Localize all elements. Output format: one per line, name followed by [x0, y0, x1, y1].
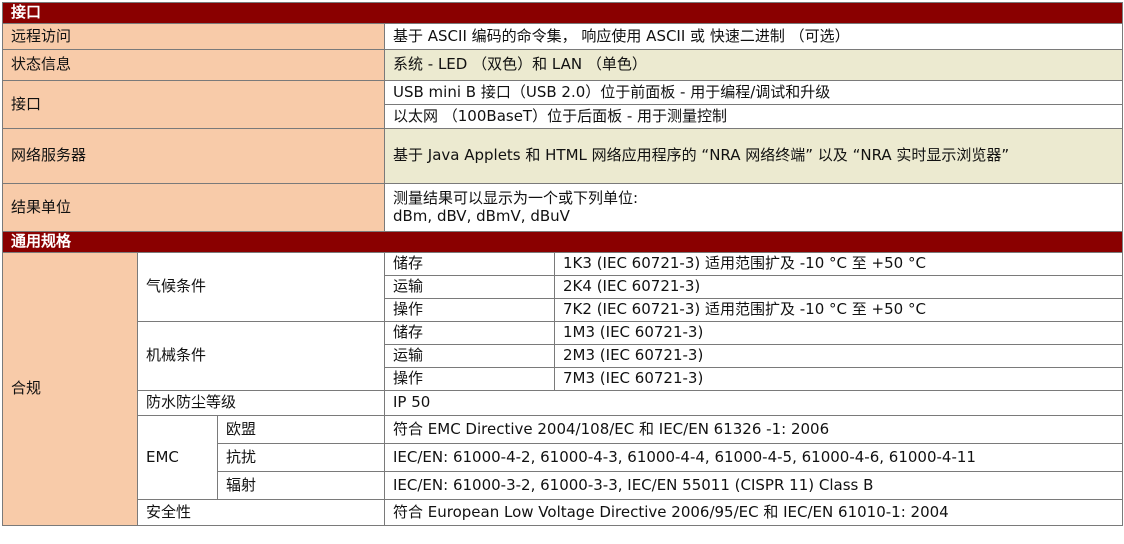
mechanical-label: 机械条件	[137, 321, 385, 391]
emc-value-eu: 符合 EMC Directive 2004/108/EC 和 IEC/EN 61…	[383, 415, 1124, 444]
compliance-label: 合规	[2, 252, 138, 526]
climate-value-storage: 1K3 (IEC 60721-3) 适用范围扩及 -10 °C 至 +50 °C	[553, 252, 1124, 276]
row-label-web-server: 网络服务器	[2, 128, 385, 184]
spec-table: 接口 远程访问 基于 ASCII 编码的命令集， 响应使用 ASCII 或 快速…	[1, 2, 1124, 526]
result-units-line-2: dBm, dBV, dBmV, dBuV	[393, 206, 570, 225]
mechanical-key-storage: 储存	[384, 321, 555, 345]
mechanical-value-storage: 1M3 (IEC 60721-3)	[553, 321, 1124, 345]
emc-key-eu: 欧盟	[217, 415, 385, 444]
mechanical-key-transport: 运输	[384, 344, 555, 368]
row-value-status-info: 系统 - LED （双色）和 LAN （单色）	[383, 49, 1124, 81]
safety-value: 符合 European Low Voltage Directive 2006/9…	[383, 499, 1124, 526]
ip-rating-value: IP 50	[383, 390, 1124, 416]
mechanical-value-operation: 7M3 (IEC 60721-3)	[553, 367, 1124, 391]
row-label-result-units: 结果单位	[2, 183, 385, 232]
climate-value-transport: 2K4 (IEC 60721-3)	[553, 275, 1124, 299]
row-label-status-info: 状态信息	[2, 49, 385, 81]
emc-key-immunity: 抗扰	[217, 443, 385, 472]
climate-key-transport: 运输	[384, 275, 555, 299]
row-value-web-server: 基于 Java Applets 和 HTML 网络应用程序的 “NRA 网络终端…	[383, 128, 1124, 184]
result-units-line-1: 测量结果可以显示为一个或下列单位:	[393, 189, 639, 208]
emc-value-emission: IEC/EN: 61000-3-2, 61000-3-3, IEC/EN 550…	[383, 471, 1124, 500]
spec-page: 接口 远程访问 基于 ASCII 编码的命令集， 响应使用 ASCII 或 快速…	[0, 0, 1124, 544]
section-header-general: 通用规格	[1, 231, 1124, 253]
mechanical-value-transport: 2M3 (IEC 60721-3)	[553, 344, 1124, 368]
row-label-remote-access: 远程访问	[2, 23, 385, 50]
climate-key-storage: 储存	[384, 252, 555, 276]
emc-key-emission: 辐射	[217, 471, 385, 500]
row-value-interface-usb: USB mini B 接口（USB 2.0）位于前面板 - 用于编程/调试和升级	[383, 80, 1124, 105]
row-value-result-units: 测量结果可以显示为一个或下列单位: dBm, dBV, dBmV, dBuV	[383, 183, 1124, 232]
emc-label: EMC	[137, 415, 218, 500]
emc-value-immunity: IEC/EN: 61000-4-2, 61000-4-3, 61000-4-4,…	[383, 443, 1124, 472]
climate-value-operation: 7K2 (IEC 60721-3) 适用范围扩及 -10 °C 至 +50 °C	[553, 298, 1124, 322]
mechanical-key-operation: 操作	[384, 367, 555, 391]
safety-label: 安全性	[137, 499, 385, 526]
climate-key-operation: 操作	[384, 298, 555, 322]
row-value-interface-ethernet: 以太网 （100BaseT）位于后面板 - 用于测量控制	[383, 104, 1124, 129]
section-header-interface: 接口	[1, 2, 1124, 24]
climate-label: 气候条件	[137, 252, 385, 322]
row-label-interface: 接口	[2, 80, 385, 129]
row-value-remote-access: 基于 ASCII 编码的命令集， 响应使用 ASCII 或 快速二进制 （可选）	[383, 23, 1124, 50]
ip-rating-label: 防水防尘等级	[137, 390, 385, 416]
